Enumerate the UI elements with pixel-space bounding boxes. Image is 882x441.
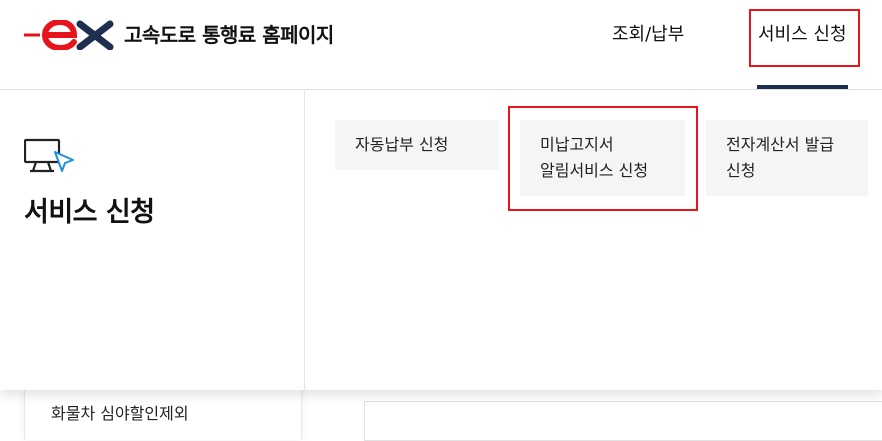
active-nav-indicator (757, 85, 848, 89)
submenu-label-line2: 신청 (726, 161, 756, 180)
nav-lookup-payment[interactable]: 조회/납부 (612, 20, 684, 50)
page-content-panel (364, 401, 882, 441)
submenu-label: 자동납부 신청 (355, 135, 449, 154)
site-title[interactable]: 고속도로 통행료 홈페이지 (124, 20, 334, 50)
submenu-e-invoice[interactable]: 전자계산서 발급 신청 (706, 120, 868, 196)
submenu-auto-payment[interactable]: 자동납부 신청 (335, 120, 499, 170)
submenu-label-line1: 미납고지서 (540, 135, 614, 154)
submenu-label-line2: 알림서비스 신청 (540, 161, 649, 180)
submenu-label-line1: 전자계산서 발급 (726, 135, 835, 154)
mega-menu-section: 서비스 신청 (0, 90, 305, 390)
sidebar-item-freight-night-discount[interactable]: 화물차 심야할인제외 (51, 402, 189, 426)
mega-menu-dropdown: 서비스 신청 자동납부 신청 미납고지서 알림서비스 신청 전자계산서 발급 신… (0, 90, 882, 390)
submenu-unpaid-notice-alert[interactable]: 미납고지서 알림서비스 신청 (520, 120, 685, 196)
mega-menu-title: 서비스 신청 (24, 197, 155, 228)
nav-service-application[interactable]: 서비스 신청 (758, 20, 847, 50)
monitor-cursor-icon (24, 138, 74, 173)
site-header: 고속도로 통행료 홈페이지 조회/납부 서비스 신청 (0, 0, 882, 90)
ex-logo-icon[interactable] (24, 20, 116, 50)
